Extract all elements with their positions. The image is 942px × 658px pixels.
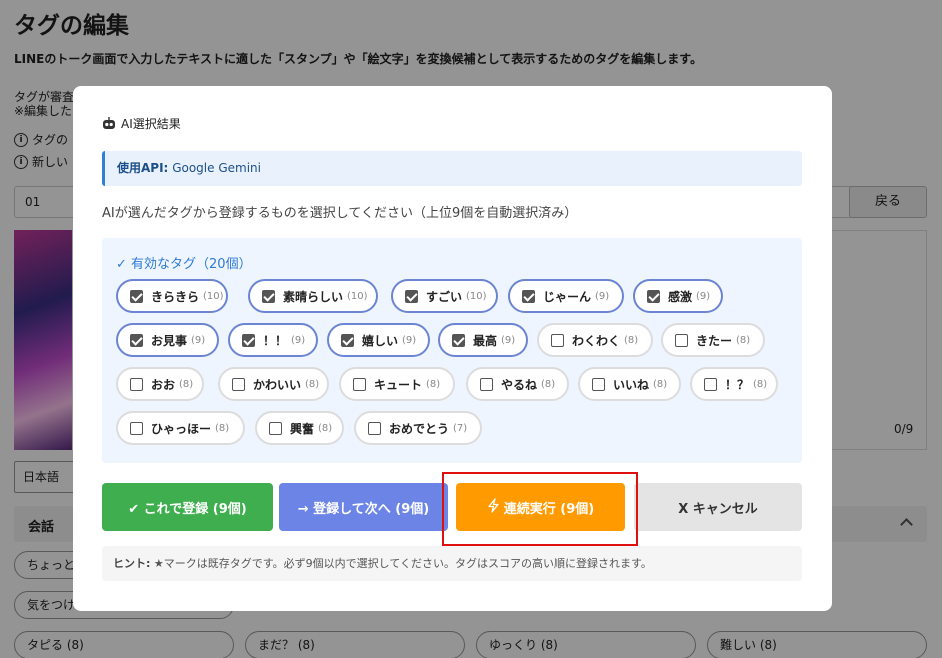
tag-option-name: おお xyxy=(151,377,176,392)
tag-option[interactable]: 感激 (9) xyxy=(633,279,723,313)
highlight-box xyxy=(442,472,638,546)
tag-option-count: (8) xyxy=(753,378,768,390)
tag-option-name: ！？ xyxy=(725,377,750,392)
checkbox-unchecked-icon[interactable] xyxy=(368,421,381,435)
checkbox-checked-icon[interactable] xyxy=(522,289,535,303)
tag-option-name: じゃーん xyxy=(543,289,592,304)
hint-text: ★マークは既存タグです。必ず9個以内で選択してください。タグはスコアの高い順に登… xyxy=(153,557,652,570)
checkbox-unchecked-icon[interactable] xyxy=(704,377,717,391)
tag-option[interactable]: おめでとう (7) xyxy=(354,411,482,445)
tag-option-count: (9) xyxy=(191,334,206,346)
tag-option[interactable]: わくわく (8) xyxy=(537,323,653,357)
tag-option[interactable]: キュート (8) xyxy=(339,367,455,401)
tag-option[interactable]: 最高 (9) xyxy=(438,323,528,357)
tag-option[interactable]: ！？ (8) xyxy=(690,367,778,401)
hint-label: ヒント: xyxy=(113,557,151,570)
api-label: 使用API: xyxy=(117,161,169,175)
tag-option[interactable]: お見事 (9) xyxy=(116,323,219,357)
tag-option-name: わくわく xyxy=(572,333,621,348)
tag-option[interactable]: ひゃっほー (8) xyxy=(116,411,245,445)
tag-option-count: (8) xyxy=(653,378,668,390)
tag-option-name: 素晴らしい xyxy=(283,289,344,304)
checkbox-checked-icon[interactable] xyxy=(242,333,255,347)
checkbox-unchecked-icon[interactable] xyxy=(269,421,282,435)
tag-option[interactable]: きらきら (10) xyxy=(116,279,228,313)
checkbox-unchecked-icon[interactable] xyxy=(592,377,605,391)
tag-option[interactable]: おお (8) xyxy=(116,367,204,401)
checkbox-unchecked-icon[interactable] xyxy=(675,333,688,347)
tag-option-count: (8) xyxy=(624,334,639,346)
tag-option[interactable]: 素晴らしい (10) xyxy=(248,279,378,313)
tag-option-count: (7) xyxy=(453,422,468,434)
tag-option-count: (8) xyxy=(305,378,320,390)
tag-option[interactable]: じゃーん (9) xyxy=(508,279,624,313)
checkbox-checked-icon[interactable] xyxy=(452,333,465,347)
tag-option-name: きらきら xyxy=(151,289,200,304)
tag-option[interactable]: ！！ (9) xyxy=(228,323,318,357)
tag-option[interactable]: いいね (8) xyxy=(578,367,681,401)
tag-option[interactable]: かわいい (8) xyxy=(218,367,329,401)
checkbox-unchecked-icon[interactable] xyxy=(130,421,143,435)
tag-option-name: いいね xyxy=(613,377,650,392)
checkbox-unchecked-icon[interactable] xyxy=(130,377,143,391)
checkbox-checked-icon[interactable] xyxy=(130,289,143,303)
tag-option-name: ひゃっほー xyxy=(151,421,212,436)
tag-option-count: (9) xyxy=(595,290,610,302)
tag-option-count: (8) xyxy=(318,422,333,434)
tag-option-name: すごい xyxy=(426,289,463,304)
tag-option-count: (8) xyxy=(736,334,751,346)
tag-option-name: 感激 xyxy=(668,289,693,304)
tag-option-count: (8) xyxy=(215,422,230,434)
tag-option[interactable]: きたー (8) xyxy=(661,323,765,357)
cancel-button[interactable]: X キャンセル xyxy=(634,483,802,531)
checkbox-checked-icon[interactable] xyxy=(405,289,418,303)
checkbox-unchecked-icon[interactable] xyxy=(232,377,245,391)
tag-option-count: (9) xyxy=(402,334,417,346)
tag-option-name: かわいい xyxy=(253,377,302,392)
tag-option[interactable]: 興奮 (8) xyxy=(255,411,344,445)
register-next-button[interactable]: → 登録して次へ (9個) xyxy=(279,483,448,531)
tag-option-name: お見事 xyxy=(151,333,188,348)
register-button[interactable]: ✔ これで登録 (9個) xyxy=(102,483,273,531)
checkbox-checked-icon[interactable] xyxy=(130,333,143,347)
api-value: Google Gemini xyxy=(172,161,261,175)
ai-selection-modal: AI選択結果 使用API: Google Gemini AIが選んだタグから登録… xyxy=(73,86,832,611)
tag-option-name: きたー xyxy=(696,333,733,348)
tag-option-name: キュート xyxy=(374,377,423,392)
checkbox-checked-icon[interactable] xyxy=(262,289,275,303)
valid-tags-area: ✓ 有効なタグ（20個） きらきら (10) 素晴らしい (10) すごい (10) じゃー… xyxy=(102,238,802,463)
tag-option-count: (10) xyxy=(347,290,368,302)
checkbox-unchecked-icon[interactable] xyxy=(480,377,493,391)
valid-tags-title: ✓ 有効なタグ（20個） xyxy=(116,257,252,272)
tag-option-name: 最高 xyxy=(473,333,498,348)
tag-option-count: (8) xyxy=(179,378,194,390)
tag-option-count: (9) xyxy=(501,334,516,346)
tag-option-name: 嬉しい xyxy=(362,333,399,348)
tag-option[interactable]: やるね (8) xyxy=(466,367,569,401)
modal-title: AI選択結果 xyxy=(121,117,181,131)
tag-option-name: やるね xyxy=(501,377,538,392)
tag-option-count: (10) xyxy=(203,290,224,302)
tag-option-name: おめでとう xyxy=(389,421,450,436)
checkbox-checked-icon[interactable] xyxy=(647,289,660,303)
modal-header: AI選択結果 xyxy=(102,115,181,132)
tag-option-count: (8) xyxy=(426,378,441,390)
tag-option-count: (9) xyxy=(696,290,711,302)
tag-option-count: (8) xyxy=(541,378,556,390)
tag-option-name: 興奮 xyxy=(290,421,315,436)
tag-option-count: (10) xyxy=(466,290,487,302)
tag-option-count: (9) xyxy=(291,334,306,346)
api-info-box: 使用API: Google Gemini xyxy=(102,151,802,186)
checkbox-checked-icon[interactable] xyxy=(341,333,354,347)
hint-box: ヒント: ★マークは既存タグです。必ず9個以内で選択してください。タグはスコアの… xyxy=(102,546,802,581)
robot-icon xyxy=(102,117,116,130)
tag-option[interactable]: すごい (10) xyxy=(391,279,498,313)
checkbox-unchecked-icon[interactable] xyxy=(353,377,366,391)
tag-option-name: ！！ xyxy=(263,333,288,348)
instruction-text: AIが選んだタグから登録するものを選択してください（上位9個を自動選択済み） xyxy=(102,206,578,221)
checkbox-unchecked-icon[interactable] xyxy=(551,333,564,347)
tag-option[interactable]: 嬉しい (9) xyxy=(327,323,430,357)
